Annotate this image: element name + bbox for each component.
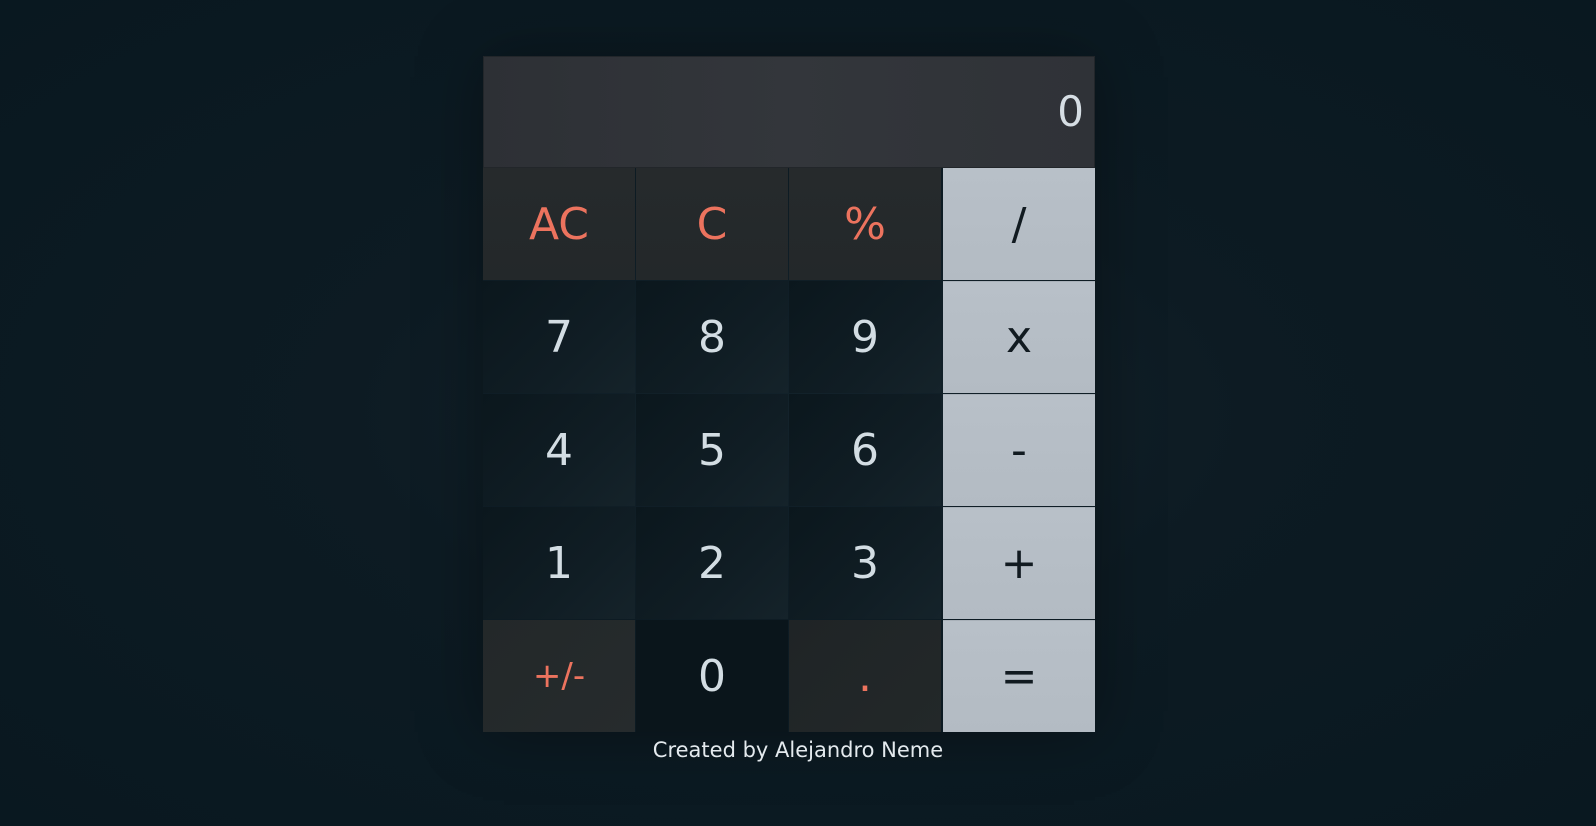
digit-5-button[interactable]: 5 [636,394,788,506]
sign-toggle-button[interactable]: +/- [483,620,635,732]
calculator: 0 AC C % / 7 8 9 x 4 5 6 - 1 2 3 + +/- 0… [483,56,1095,732]
clear-button[interactable]: C [636,168,788,280]
divide-button[interactable]: / [943,168,1095,280]
display: 0 [483,56,1095,168]
digit-4-button[interactable]: 4 [483,394,635,506]
percent-button[interactable]: % [789,168,941,280]
digit-2-button[interactable]: 2 [636,507,788,619]
digit-9-button[interactable]: 9 [789,281,941,393]
author-credit: Created by Alejandro Neme [652,738,944,762]
digit-0-button[interactable]: 0 [636,620,788,732]
add-button[interactable]: + [943,507,1095,619]
digit-6-button[interactable]: 6 [789,394,941,506]
equals-button[interactable]: = [943,620,1095,732]
display-value: 0 [1057,87,1084,136]
digit-3-button[interactable]: 3 [789,507,941,619]
multiply-button[interactable]: x [943,281,1095,393]
subtract-button[interactable]: - [943,394,1095,506]
keypad: AC C % / 7 8 9 x 4 5 6 - 1 2 3 + +/- 0 .… [483,168,1095,732]
decimal-button[interactable]: . [789,620,941,732]
digit-7-button[interactable]: 7 [483,281,635,393]
ac-button[interactable]: AC [483,168,635,280]
digit-8-button[interactable]: 8 [636,281,788,393]
digit-1-button[interactable]: 1 [483,507,635,619]
